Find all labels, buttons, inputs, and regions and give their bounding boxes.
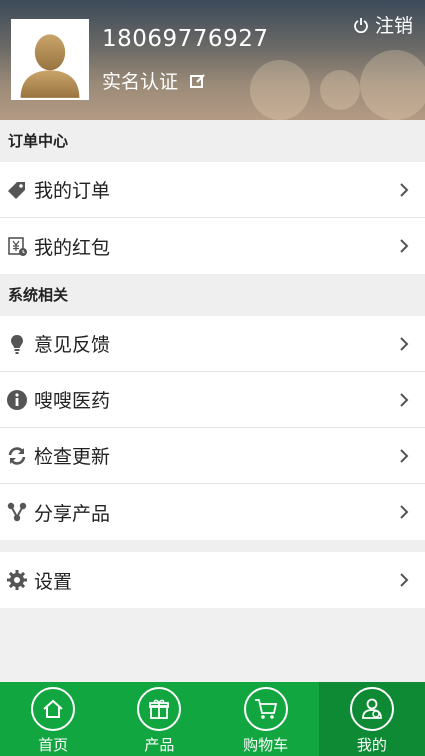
menu-item-red-packet[interactable]: 我的红包 (0, 218, 425, 274)
tab-label: 首页 (38, 736, 69, 754)
home-icon (31, 687, 76, 731)
header-bokeh (250, 60, 310, 120)
header-bokeh (320, 70, 360, 110)
verify-label: 实名认证 (102, 71, 179, 93)
lightbulb-icon (0, 333, 34, 355)
phone-number: 18069776927 (102, 26, 269, 52)
profile-page: 18069776927 实名认证 注销 订单中心 我的订单 我的红包 系统相关 … (0, 0, 425, 756)
menu-item-label: 嗖嗖医药 (34, 390, 111, 412)
section-title-orders: 订单中心 (0, 120, 425, 162)
tab-home[interactable]: 首页 (0, 682, 106, 756)
cart-icon (243, 687, 288, 731)
chevron-right-icon (400, 448, 409, 463)
user-icon (349, 687, 394, 731)
profile-header: 18069776927 实名认证 注销 (0, 0, 425, 120)
tab-label: 购物车 (243, 736, 289, 754)
bottom-tab-bar: 首页 产品 购物车 我的 (0, 682, 425, 756)
menu-item-check-update[interactable]: 检查更新 (0, 428, 425, 484)
header-bokeh (360, 50, 425, 120)
tab-mine[interactable]: 我的 (318, 682, 425, 756)
gift-icon (137, 687, 182, 731)
avatar[interactable] (11, 19, 89, 100)
logout-label: 注销 (374, 15, 413, 37)
chevron-right-icon (400, 392, 409, 407)
section-title-system: 系统相关 (0, 274, 425, 316)
menu-list: 订单中心 我的订单 我的红包 系统相关 意见反馈 嗖嗖医药 检查更新 分享产品 … (0, 120, 425, 608)
menu-item-label: 设置 (34, 570, 73, 593)
tab-label: 我的 (356, 736, 387, 754)
menu-item-label: 我的红包 (34, 236, 111, 259)
menu-item-label: 意见反馈 (34, 334, 111, 356)
share-icon (0, 501, 34, 523)
menu-item-feedback[interactable]: 意见反馈 (0, 316, 425, 372)
logout-button[interactable]: 注销 (353, 11, 413, 38)
section-gap (0, 540, 425, 552)
chevron-right-icon (400, 239, 409, 253)
menu-item-label: 检查更新 (34, 446, 111, 468)
chevron-right-icon (400, 573, 409, 587)
refresh-icon (0, 445, 34, 467)
gear-icon (0, 569, 34, 591)
tab-products[interactable]: 产品 (106, 682, 212, 756)
menu-item-share[interactable]: 分享产品 (0, 484, 425, 540)
menu-item-settings[interactable]: 设置 (0, 552, 425, 608)
power-icon (353, 17, 369, 33)
chevron-right-icon (400, 505, 409, 519)
menu-item-label: 分享产品 (34, 502, 111, 525)
red-packet-icon (0, 235, 34, 257)
menu-item-label: 我的订单 (34, 180, 111, 202)
menu-item-my-orders[interactable]: 我的订单 (0, 162, 425, 218)
edit-icon (190, 73, 206, 89)
chevron-right-icon (400, 182, 409, 197)
info-icon (0, 389, 34, 411)
avatar-person-icon (13, 21, 87, 98)
tab-cart[interactable]: 购物车 (213, 682, 319, 756)
menu-item-about[interactable]: 嗖嗖医药 (0, 372, 425, 428)
chevron-right-icon (400, 336, 409, 351)
real-name-verify[interactable]: 实名认证 (102, 67, 206, 94)
tag-icon (0, 179, 34, 201)
tab-label: 产品 (144, 736, 175, 754)
